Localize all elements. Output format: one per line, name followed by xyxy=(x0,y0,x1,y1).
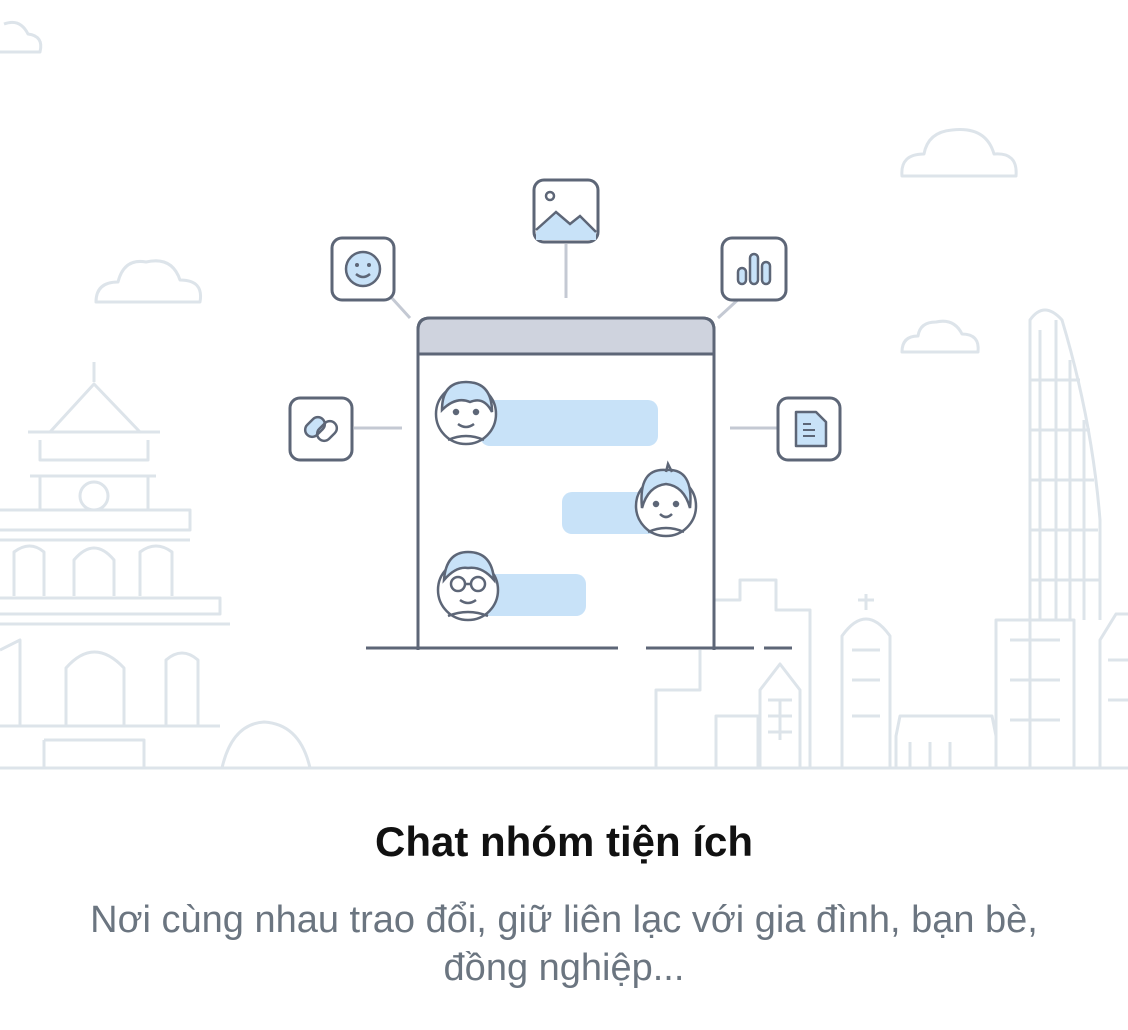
avatar-boy xyxy=(434,380,498,446)
onboarding-screen: Chat nhóm tiện ích Nơi cùng nhau trao đổ… xyxy=(0,0,1128,1030)
document-icon xyxy=(776,396,842,462)
cloud-icon xyxy=(900,319,980,354)
cloud-icon xyxy=(94,259,203,304)
cloud-icon xyxy=(0,20,43,54)
onboarding-title: Chat nhóm tiện ích xyxy=(375,818,753,865)
cloud-icon xyxy=(900,128,1018,178)
message-bubble xyxy=(480,400,658,446)
chart-icon xyxy=(720,236,788,302)
image-icon xyxy=(532,178,600,244)
link-icon xyxy=(288,396,354,462)
onboarding-description: Nơi cùng nhau trao đổi, giữ liên lạc với… xyxy=(90,899,1038,989)
group-chat-illustration xyxy=(0,20,1128,770)
emoji-icon xyxy=(330,236,396,302)
